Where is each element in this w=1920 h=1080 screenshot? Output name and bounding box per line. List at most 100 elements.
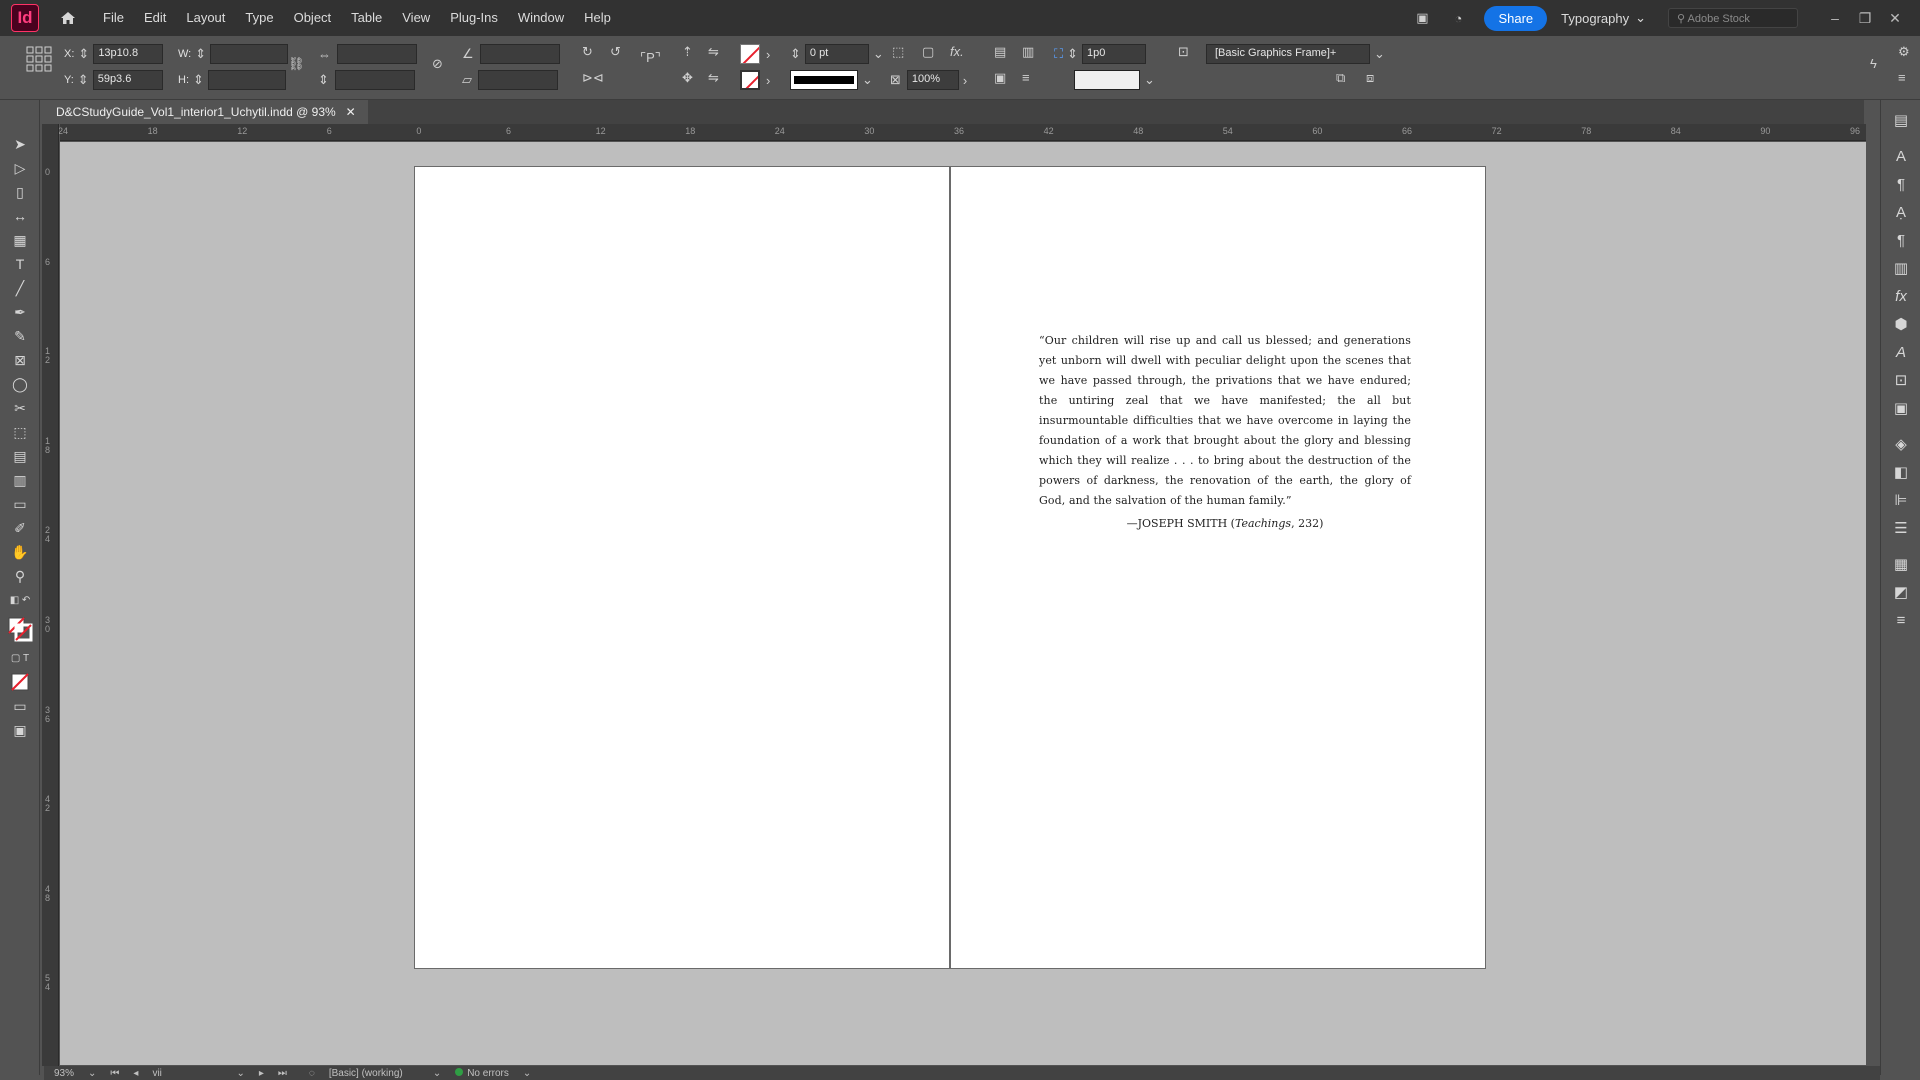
drop-shadow-icon[interactable]: ▢ (922, 44, 934, 60)
stepper-icon[interactable]: ⇕ (790, 46, 801, 62)
object-style-icon[interactable]: ⊡ (1178, 44, 1189, 60)
menu-window[interactable]: Window (508, 0, 574, 36)
lightbulb-icon[interactable]: ◔ (1446, 11, 1470, 26)
stepper-icon[interactable]: ⇕ (78, 72, 89, 88)
height-field[interactable] (207, 70, 286, 90)
chevron-down-icon[interactable]: ⌄ (862, 72, 873, 88)
type-tool-icon[interactable]: T (0, 252, 40, 276)
fill-swatch[interactable] (740, 44, 760, 64)
hand-tool-icon[interactable]: ✋ (0, 540, 40, 564)
workspace-switcher[interactable]: Typography ⌄ (1561, 10, 1646, 26)
zoom-level[interactable]: 93% (54, 1068, 74, 1079)
chevron-down-icon[interactable]: ⌄ (1144, 72, 1155, 88)
effects-panel-icon[interactable]: fx (1881, 282, 1920, 310)
menu-file[interactable]: File (93, 0, 134, 36)
chevron-right-icon[interactable]: › (766, 73, 770, 88)
scale-y-field[interactable] (334, 70, 415, 90)
text-wrap-bbox-icon[interactable]: ▥ (1022, 44, 1034, 60)
pen-tool-icon[interactable]: ✒ (0, 300, 40, 324)
panel-menu-icon[interactable]: ≡ (1898, 70, 1906, 85)
properties-panel-icon[interactable]: ☰ (1881, 514, 1920, 542)
glyphs-panel-icon[interactable]: A (1881, 338, 1920, 366)
wrap-jump-icon[interactable]: ≡ (1022, 70, 1030, 85)
fill-stroke-swatch-icon[interactable] (0, 612, 40, 646)
menu-help[interactable]: Help (574, 0, 621, 36)
preflight-profile[interactable]: [Basic] (working) (329, 1068, 419, 1079)
paragraph-styles-icon[interactable]: ¶ (1881, 226, 1920, 254)
stepper-icon[interactable]: ⇕ (78, 46, 89, 62)
clear-overrides-icon[interactable]: ⧉ (1336, 70, 1345, 86)
content-collector-icon[interactable]: ▦ (0, 228, 40, 252)
chevron-down-icon[interactable]: ⌄ (236, 1068, 244, 1079)
menu-type[interactable]: Type (235, 0, 283, 36)
wrap-shape-icon[interactable]: ▣ (994, 70, 1006, 86)
flip-vertical-icon[interactable]: ⇡ (682, 44, 693, 60)
gradient-feather-tool-icon[interactable]: ▥ (0, 468, 40, 492)
rotate-cw-icon[interactable]: ↻ (582, 44, 593, 60)
stepper-icon[interactable]: ⇕ (1067, 46, 1078, 62)
adobe-stock-search[interactable]: ⚲ Adobe Stock (1668, 8, 1798, 28)
reference-point-icon[interactable] (26, 46, 52, 72)
scale-x-field[interactable] (337, 44, 417, 64)
gradient-tool-icon[interactable]: ▤ (0, 444, 40, 468)
edit-style-icon[interactable]: ⧈ (1366, 70, 1374, 86)
text-wrap-panel-icon[interactable]: ▥ (1881, 254, 1920, 282)
stroke-swatch[interactable] (740, 70, 760, 90)
home-icon[interactable] (57, 7, 79, 29)
note-tool-icon[interactable]: ▭ (0, 492, 40, 516)
flip-h-icon[interactable]: ⊳⊲ (582, 70, 604, 86)
pages-panel-icon[interactable]: ▤ (1881, 106, 1920, 134)
page-number-field[interactable]: vii (152, 1068, 222, 1079)
chevron-down-icon[interactable]: ⌄ (1374, 46, 1385, 62)
menu-panel-icon[interactable]: ≡ (1881, 606, 1920, 634)
y-position-field[interactable]: 59p3.6 (92, 70, 163, 90)
flip-horizontal-icon[interactable]: ⇋ (708, 44, 719, 60)
quick-actions-icon[interactable]: ϟ (1870, 56, 1877, 71)
select-next-icon[interactable]: ⇋ (708, 70, 719, 86)
ellipse-tool-icon[interactable]: ◯ (0, 372, 40, 396)
frame-fitting-icon[interactable]: ⬚ (892, 44, 904, 60)
page-left[interactable] (414, 166, 950, 969)
rotate-ccw-icon[interactable]: ↺ (610, 44, 621, 60)
vertical-ruler[interactable]: 0 6 1 2 1 8 2 4 3 0 3 6 4 2 4 8 5 4 (42, 124, 59, 1066)
shear-field[interactable] (478, 70, 558, 90)
view-mode-icon[interactable]: ▣ (0, 718, 40, 742)
character-styles-icon[interactable]: Ạ (1881, 198, 1920, 226)
panel-settings-icon[interactable]: ⚙ (1898, 44, 1910, 60)
rectangle-frame-tool-icon[interactable]: ⊠ (0, 348, 40, 372)
swatches-panel-icon[interactable]: ⬢ (1881, 310, 1920, 338)
open-document-icon[interactable]: ◌ (309, 1068, 315, 1079)
preflight-status[interactable]: No errors (455, 1067, 509, 1079)
free-transform-tool-icon[interactable]: ⬚ (0, 420, 40, 444)
menu-object[interactable]: Object (284, 0, 342, 36)
chevron-down-icon[interactable]: ⌄ (88, 1068, 96, 1079)
direct-selection-tool-icon[interactable]: ▷ (0, 156, 40, 180)
effects-icon[interactable]: fx. (950, 44, 964, 59)
rotation-field[interactable] (479, 44, 560, 64)
layers-panel-icon[interactable]: ◈ (1881, 430, 1920, 458)
constrain-proportions-icon[interactable]: ⛓ (288, 56, 305, 72)
publish-online-icon[interactable]: ▣ (1410, 10, 1434, 26)
menu-edit[interactable]: Edit (134, 0, 176, 36)
select-content-icon[interactable]: ✥ (682, 70, 693, 86)
screen-mode-icon[interactable]: ▭ (0, 694, 40, 718)
horizontal-ruler[interactable]: 24 18 12 6 0 6 12 18 24 30 36 42 48 54 60 66 72 78 84 90 96 (58, 124, 1866, 141)
frame-offset-field[interactable]: 1p0 (1082, 44, 1147, 64)
selection-tool-icon[interactable]: ➤ (0, 132, 40, 156)
quote-text-frame[interactable]: “Our children will rise up and call us b… (1039, 331, 1411, 511)
stroke-type-selector[interactable] (790, 70, 858, 90)
document-tab[interactable]: D&CStudyGuide_Vol1_interior1_Uchytil.ind… (44, 100, 368, 124)
formatting-container-icon[interactable]: ▢ T (0, 646, 40, 670)
line-tool-icon[interactable]: ╱ (0, 276, 40, 300)
opacity-field[interactable]: 100% (906, 70, 959, 90)
width-field[interactable] (210, 44, 289, 64)
select-container-icon[interactable]: ⌜P⌝ (640, 50, 661, 66)
color-panel-icon[interactable]: ▦ (1881, 550, 1920, 578)
first-page-icon[interactable]: ⏮ (110, 1068, 119, 1079)
last-page-icon[interactable]: ⏭ (278, 1068, 287, 1079)
page-right[interactable]: “Our children will rise up and call us b… (950, 166, 1486, 969)
menu-view[interactable]: View (392, 0, 440, 36)
apply-none-icon[interactable] (0, 670, 40, 694)
zoom-tool-icon[interactable]: ⚲ (0, 564, 40, 588)
gradient-panel-icon[interactable]: ◩ (1881, 578, 1920, 606)
